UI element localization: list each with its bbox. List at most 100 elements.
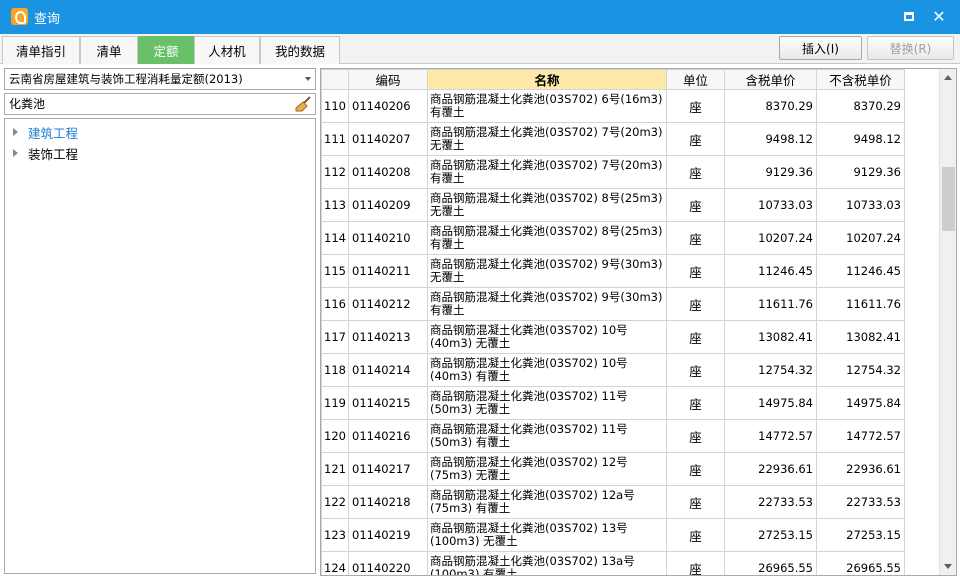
row-name: 商品钢筋混凝土化粪池(03S702) 13a号(100m3) 有覆土 xyxy=(427,551,667,575)
row-unit: 座 xyxy=(666,287,725,321)
quota-library-value: 云南省房屋建筑与装饰工程消耗量定额(2013) xyxy=(9,72,243,86)
row-price-tax: 13082.41 xyxy=(724,320,817,354)
expand-arrow-icon[interactable] xyxy=(13,128,18,136)
tab-bill[interactable]: 清单 xyxy=(80,36,138,64)
row-index: 118 xyxy=(321,353,349,387)
table-row[interactable]: 114 01140210 商品钢筋混凝土化粪池(03S702) 8号(25m3) 有… xyxy=(321,221,905,255)
header-name[interactable]: 名称 xyxy=(427,69,667,90)
replace-button[interactable]: 替换(R) xyxy=(867,36,954,60)
row-name: 商品钢筋混凝土化粪池(03S702) 10号(40m3) 无覆土 xyxy=(427,320,667,354)
row-price-tax: 9498.12 xyxy=(724,122,817,156)
row-code: 01140214 xyxy=(348,353,428,387)
row-code: 01140210 xyxy=(348,221,428,255)
row-name: 商品钢筋混凝土化粪池(03S702) 7号(20m3) 有覆土 xyxy=(427,155,667,189)
table-row[interactable]: 112 01140208 商品钢筋混凝土化粪池(03S702) 7号(20m3) 有… xyxy=(321,155,905,189)
table-row[interactable]: 120 01140216 商品钢筋混凝土化粪池(03S702) 11号(50m3) … xyxy=(321,419,905,453)
search-input[interactable]: 化粪池 xyxy=(4,93,316,115)
tab-my-data[interactable]: 我的数据 xyxy=(260,36,340,64)
row-unit: 座 xyxy=(666,89,725,123)
row-code: 01140218 xyxy=(348,485,428,519)
table-row[interactable]: 123 01140219 商品钢筋混凝土化粪池(03S702) 13号(100m3)… xyxy=(321,518,905,552)
row-name: 商品钢筋混凝土化粪池(03S702) 7号(20m3) 无覆土 xyxy=(427,122,667,156)
tree-node-decoration[interactable]: 装饰工程 xyxy=(13,144,78,162)
row-unit: 座 xyxy=(666,419,725,453)
title-bar: 查询 ✕ xyxy=(0,0,960,34)
row-index: 124 xyxy=(321,551,349,575)
table-row[interactable]: 119 01140215 商品钢筋混凝土化粪池(03S702) 11号(50m3) … xyxy=(321,386,905,420)
tab-quota[interactable]: 定额 xyxy=(138,36,194,64)
row-price-tax: 8370.29 xyxy=(724,89,817,123)
table-row[interactable]: 113 01140209 商品钢筋混凝土化粪池(03S702) 8号(25m3) 无… xyxy=(321,188,905,222)
row-price-tax: 11611.76 xyxy=(724,287,817,321)
row-code: 01140219 xyxy=(348,518,428,552)
row-name: 商品钢筋混凝土化粪池(03S702) 6号(16m3) 有覆土 xyxy=(427,89,667,123)
row-unit: 座 xyxy=(666,122,725,156)
category-tree: 建筑工程 装饰工程 xyxy=(4,118,316,574)
row-price-no-tax: 22936.61 xyxy=(816,452,905,486)
row-price-tax: 10207.24 xyxy=(724,221,817,255)
row-name: 商品钢筋混凝土化粪池(03S702) 9号(30m3) 有覆土 xyxy=(427,287,667,321)
header-code[interactable]: 编码 xyxy=(348,69,428,90)
row-index: 110 xyxy=(321,89,349,123)
tree-node-construction[interactable]: 建筑工程 xyxy=(13,123,78,141)
row-index: 121 xyxy=(321,452,349,486)
left-panel: 云南省房屋建筑与装饰工程消耗量定额(2013) 化粪池 建筑工程 装饰工程 xyxy=(0,64,318,580)
row-unit: 座 xyxy=(666,485,725,519)
header-price-no-tax[interactable]: 不含税单价 xyxy=(816,69,905,90)
table-row[interactable]: 116 01140212 商品钢筋混凝土化粪池(03S702) 9号(30m3) 有… xyxy=(321,287,905,321)
table-row[interactable]: 115 01140211 商品钢筋混凝土化粪池(03S702) 9号(30m3) 无… xyxy=(321,254,905,288)
table-row[interactable]: 121 01140217 商品钢筋混凝土化粪池(03S702) 12号(75m3) … xyxy=(321,452,905,486)
quota-table: 编码 名称 单位 含税单价 不含税单价 110 01140206 商品钢筋混凝土化粪… xyxy=(320,68,957,576)
table-row[interactable]: 117 01140213 商品钢筋混凝土化粪池(03S702) 10号(40m3) … xyxy=(321,320,905,354)
row-price-tax: 22733.53 xyxy=(724,485,817,519)
row-price-no-tax: 9498.12 xyxy=(816,122,905,156)
row-price-no-tax: 11611.76 xyxy=(816,287,905,321)
scroll-thumb[interactable] xyxy=(942,167,955,231)
tab-bill-guide[interactable]: 清单指引 xyxy=(2,36,80,64)
table-row[interactable]: 124 01140220 商品钢筋混凝土化粪池(03S702) 13a号(100m3… xyxy=(321,551,905,575)
expand-arrow-icon[interactable] xyxy=(13,149,18,157)
scroll-up-icon[interactable] xyxy=(944,75,952,80)
quota-library-select[interactable]: 云南省房屋建筑与装饰工程消耗量定额(2013) xyxy=(4,68,316,90)
table-row[interactable]: 118 01140214 商品钢筋混凝土化粪池(03S702) 10号(40m3) … xyxy=(321,353,905,387)
row-price-tax: 22936.61 xyxy=(724,452,817,486)
table-row[interactable]: 110 01140206 商品钢筋混凝土化粪池(03S702) 6号(16m3) 有… xyxy=(321,89,905,123)
tab-materials[interactable]: 人材机 xyxy=(194,36,260,64)
row-name: 商品钢筋混凝土化粪池(03S702) 11号(50m3) 有覆土 xyxy=(427,419,667,453)
row-code: 01140213 xyxy=(348,320,428,354)
row-unit: 座 xyxy=(666,551,725,575)
vertical-scrollbar[interactable] xyxy=(939,69,956,575)
row-index: 117 xyxy=(321,320,349,354)
row-price-no-tax: 10733.03 xyxy=(816,188,905,222)
header-unit[interactable]: 单位 xyxy=(666,69,725,90)
row-code: 01140207 xyxy=(348,122,428,156)
row-price-no-tax: 9129.36 xyxy=(816,155,905,189)
tree-node-label: 装饰工程 xyxy=(28,146,79,162)
row-code: 01140211 xyxy=(348,254,428,288)
row-price-tax: 11246.45 xyxy=(724,254,817,288)
row-index: 120 xyxy=(321,419,349,453)
clear-broom-icon[interactable] xyxy=(294,96,312,112)
row-index: 112 xyxy=(321,155,349,189)
scroll-down-icon[interactable] xyxy=(944,564,952,569)
table-row[interactable]: 122 01140218 商品钢筋混凝土化粪池(03S702) 12a号(75m3)… xyxy=(321,485,905,519)
row-price-tax: 14975.84 xyxy=(724,386,817,420)
row-unit: 座 xyxy=(666,386,725,420)
close-button[interactable]: ✕ xyxy=(927,5,951,27)
row-code: 01140216 xyxy=(348,419,428,453)
row-price-no-tax: 22733.53 xyxy=(816,485,905,519)
row-index: 111 xyxy=(321,122,349,156)
insert-button[interactable]: 插入(I) xyxy=(779,36,862,60)
row-price-tax: 14772.57 xyxy=(724,419,817,453)
row-index: 119 xyxy=(321,386,349,420)
maximize-button[interactable] xyxy=(897,5,921,27)
row-price-no-tax: 13082.41 xyxy=(816,320,905,354)
row-code: 01140212 xyxy=(348,287,428,321)
table-row[interactable]: 111 01140207 商品钢筋混凝土化粪池(03S702) 7号(20m3) 无… xyxy=(321,122,905,156)
row-unit: 座 xyxy=(666,155,725,189)
row-code: 01140209 xyxy=(348,188,428,222)
row-unit: 座 xyxy=(666,518,725,552)
row-name: 商品钢筋混凝土化粪池(03S702) 8号(25m3) 有覆土 xyxy=(427,221,667,255)
row-index: 113 xyxy=(321,188,349,222)
header-price-tax[interactable]: 含税单价 xyxy=(724,69,817,90)
